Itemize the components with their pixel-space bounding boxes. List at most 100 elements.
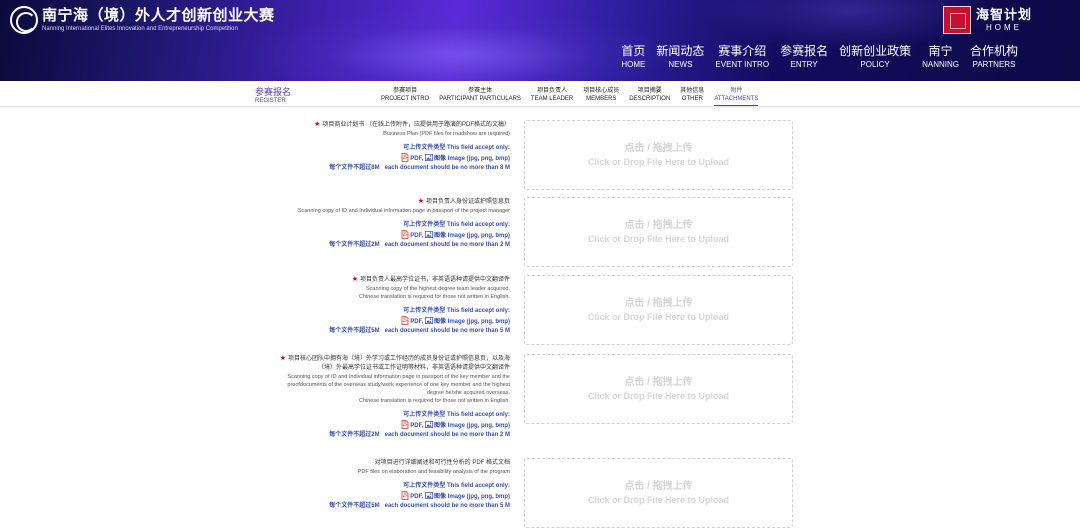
- required-star-icon: ★: [417, 198, 426, 205]
- nav-item-entry[interactable]: 参赛报名 ENTRY: [780, 43, 828, 71]
- tab-attachments[interactable]: 附件 ATTACHMENTS: [714, 87, 759, 106]
- step-tabs: 参赛项目 PROJECT INTRO 参赛主体 PARTICIPANT PART…: [376, 87, 763, 106]
- field-title-en: Chinese translation is required for thos…: [358, 398, 510, 404]
- dropzone-label-en: Click or Drop File Here to Upload: [587, 495, 730, 505]
- accept-format-line: PDF, 图像 Image (jpg, png, bmp): [220, 491, 510, 502]
- image-file-icon: [425, 421, 433, 428]
- field-title-en: Scanning copy of ID and Individual infor…: [287, 374, 510, 380]
- nav-label-cn: 创新创业政策: [839, 44, 912, 58]
- size-limit-line: 每个文件不超过5M each document should be no mor…: [329, 328, 510, 334]
- field-title-en: degree he/she acquired overseas.: [426, 390, 510, 396]
- tab-participant-particulars[interactable]: 参赛主体 PARTICIPANT PARTICULARS: [439, 87, 521, 106]
- field-title-cn: 对项目进行详细阐述和可行性分析的 PDF 格式文档: [374, 460, 510, 466]
- accept-type-line: 可上传文件类型 This field accept only:: [403, 483, 510, 489]
- accept-type-line: 可上传文件类型 This field accept only:: [403, 308, 510, 314]
- file-upload-dropzone[interactable]: 点击 / 拖拽上传 Click or Drop File Here to Uplo…: [524, 120, 793, 190]
- nav-label-en: PARTNERS: [972, 60, 1016, 69]
- tab-label-en: TEAM LEADER: [530, 96, 574, 102]
- haizhi-title-cn: 海智计划: [976, 7, 1033, 22]
- size-limit-line: 每个文件不超过2M each document should be no mor…: [329, 432, 510, 438]
- file-upload-dropzone[interactable]: 点击 / 拖拽上传 Click or Drop File Here to Uplo…: [524, 458, 793, 528]
- attachment-label: ★ 项目核心团队中拥有海（境）外学习或工作经历的成员身份证或护照信息页，以及海 （…: [220, 354, 510, 440]
- nav-label-en: EVENT INTRO: [715, 60, 770, 69]
- tab-description[interactable]: 项目摘要 DESCRIPTION: [629, 87, 670, 106]
- dropzone-label-en: Click or Drop File Here to Upload: [587, 312, 730, 322]
- size-limit-line: 每个文件不超过5M each document should be no mor…: [329, 503, 510, 509]
- nav-label-en: POLICY: [860, 60, 890, 69]
- nav-item-news[interactable]: 新闻动态 NEWS: [656, 43, 704, 71]
- accepted-types: 可上传文件类型 This field accept only: PDF, 图像 I…: [220, 144, 510, 173]
- dropzone-label-en: Click or Drop File Here to Upload: [587, 157, 730, 167]
- field-title-en: Business Plan (PDF files for roadshow ar…: [383, 131, 510, 137]
- field-title-en: Chinese translation is required for thos…: [358, 294, 510, 300]
- logo-title-en: Nanning International Elites Innovation …: [42, 26, 238, 32]
- field-title-cn: ★ 项目核心团队中拥有海（境）外学习或工作经历的成员身份证或护照信息页，以及海: [279, 355, 510, 362]
- register-title-cn: 参赛报名: [255, 87, 292, 97]
- dropzone-label-en: Click or Drop File Here to Upload: [587, 234, 730, 244]
- dropzone-label-cn: 点击 / 拖拽上传: [624, 298, 693, 309]
- nav-label-cn: 新闻动态: [656, 44, 705, 58]
- nav-label-cn: 赛事介绍: [718, 44, 767, 58]
- dropzone-label-cn: 点击 / 拖拽上传: [624, 481, 693, 492]
- accepted-types: 可上传文件类型 This field accept only: PDF, 图像 I…: [220, 221, 510, 250]
- haizhi-logo[interactable]: 海智计划 HOME: [943, 6, 1032, 34]
- page: 南宁海（境）外人才创新创业大赛 Nanning International El…: [0, 0, 1080, 531]
- attachment-label: ★ 项目负责人最高学位证书，非英语语种请提供中文翻译件 Scanning copy…: [220, 275, 510, 336]
- tab-project-intro[interactable]: 参赛项目 PROJECT INTRO: [381, 87, 429, 106]
- attachment-label: ★ 项目负责人身份证或护照信息页 Scanning copy of ID and …: [220, 197, 510, 250]
- competition-logo[interactable]: 南宁海（境）外人才创新创业大赛 Nanning International El…: [10, 5, 275, 35]
- tab-label-en: DESCRIPTION: [629, 96, 671, 102]
- field-title-en: proofdocuments of the overseas study/wor…: [287, 382, 510, 388]
- nav-item-event-intro[interactable]: 赛事介绍 EVENT INTRO: [715, 43, 769, 71]
- file-upload-dropzone[interactable]: 点击 / 拖拽上传 Click or Drop File Here to Uplo…: [524, 275, 793, 345]
- file-upload-dropzone[interactable]: 点击 / 拖拽上传 Click or Drop File Here to Uplo…: [524, 197, 793, 267]
- tab-label-cn: 项目负责人: [537, 88, 568, 94]
- attachment-label: 对项目进行详细阐述和可行性分析的 PDF 格式文档 PDF files on el…: [220, 459, 510, 511]
- field-title-cn: ★ 项目负责人最高学位证书，非英语语种请提供中文翻译件: [351, 276, 510, 283]
- required-star-icon: ★: [279, 355, 288, 362]
- tab-team-leader[interactable]: 项目负责人 TEAM LEADER: [531, 87, 573, 106]
- nav-label-cn: 首页: [621, 44, 646, 58]
- image-file-icon: [425, 317, 433, 324]
- field-title-en: Scanning copy of ID and Individual infor…: [297, 208, 510, 214]
- pdf-file-icon: [401, 420, 409, 429]
- logo-emblem-icon: [10, 6, 38, 34]
- tab-label-cn: 项目摘要: [637, 88, 662, 94]
- field-title-cn: ★ 项目商业计划书 （在线上传附件，应提供用于路演的PDF格式的文稿）: [314, 121, 510, 128]
- tab-label-cn: 参赛项目: [393, 88, 418, 94]
- nav-item-home[interactable]: 首页 HOME: [621, 43, 645, 71]
- tab-label-en: MEMBERS: [586, 96, 617, 102]
- nav-label-en: NANNING: [922, 60, 959, 69]
- accept-type-line: 可上传文件类型 This field accept only:: [403, 145, 510, 151]
- tab-label-cn: 其他信息: [680, 88, 705, 94]
- image-file-icon: [425, 231, 433, 238]
- pdf-file-icon: [401, 491, 409, 500]
- field-title-cn: ★ 项目负责人身份证或护照信息页: [417, 198, 510, 205]
- banner-glow: [250, 10, 670, 81]
- attachment-label: ★ 项目商业计划书 （在线上传附件，应提供用于路演的PDF格式的文稿） Busin…: [220, 120, 510, 173]
- file-upload-dropzone[interactable]: 点击 / 拖拽上传 Click or Drop File Here to Uplo…: [524, 354, 793, 424]
- accept-format-line: PDF, 图像 Image (jpg, png, bmp): [220, 230, 510, 241]
- accepted-types: 可上传文件类型 This field accept only: PDF, 图像 I…: [220, 307, 510, 336]
- nav-item-partners[interactable]: 合作机构 PARTNERS: [970, 43, 1018, 71]
- logo-title-cn: 南宁海（境）外人才创新创业大赛: [42, 7, 275, 24]
- nav-label-cn: 合作机构: [969, 44, 1018, 58]
- nav-item-nanning[interactable]: 南宁 NANNING: [922, 43, 959, 71]
- field-title-en: Scanning copy of the highest degree team…: [365, 286, 510, 292]
- accept-type-line: 可上传文件类型 This field accept only:: [403, 222, 510, 228]
- nav-item-policy[interactable]: 创新创业政策 POLICY: [839, 43, 911, 71]
- field-title-en: PDF files on elaboration and feasibility…: [357, 469, 510, 475]
- register-heading: 参赛报名 REGISTER: [255, 87, 291, 105]
- seal-icon: [943, 6, 971, 34]
- tab-members[interactable]: 项目核心成员 MEMBERS: [583, 87, 619, 106]
- tab-label-en: PROJECT INTRO: [381, 96, 430, 102]
- accept-format-line: PDF, 图像 Image (jpg, png, bmp): [220, 153, 510, 164]
- tab-label-en: OTHER: [681, 96, 703, 102]
- size-limit-line: 每个文件不超过8M each document should be no mor…: [329, 165, 510, 171]
- pdf-file-icon: [401, 153, 409, 162]
- tab-label-cn: 参赛主体: [468, 88, 493, 94]
- tab-other[interactable]: 其他信息 OTHER: [680, 87, 704, 106]
- field-title-cn: （境）外最高学位证书或工作证明等材料，非英语语种请提供中文翻译件: [317, 365, 510, 371]
- pdf-file-icon: [401, 230, 409, 239]
- accept-type-line: 可上传文件类型 This field accept only:: [403, 412, 510, 418]
